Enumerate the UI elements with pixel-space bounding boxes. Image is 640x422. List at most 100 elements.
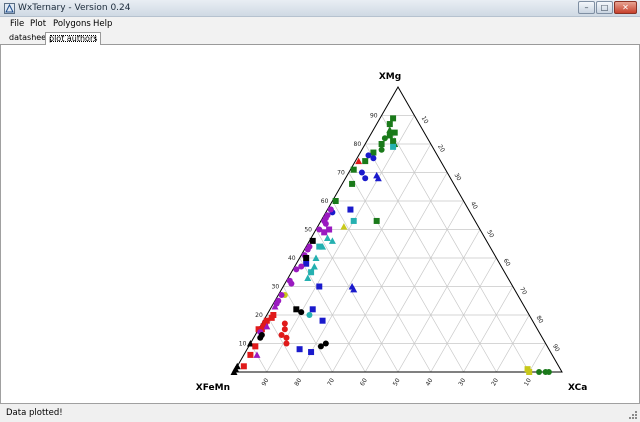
app-icon bbox=[4, 3, 15, 14]
data-point-black-circle bbox=[322, 340, 329, 347]
data-point-cyan-triangle bbox=[304, 274, 312, 281]
tick-label-right: 40 bbox=[469, 201, 479, 211]
data-point-red-circle bbox=[283, 334, 290, 341]
grid-line-femn bbox=[348, 172, 464, 373]
data-point-cyan-square bbox=[316, 243, 323, 250]
resize-grip-icon[interactable] bbox=[628, 410, 638, 420]
data-point-green-circle bbox=[378, 146, 385, 153]
data-point-red-circle bbox=[281, 326, 288, 333]
tick-label-bottom: 40 bbox=[425, 377, 435, 387]
data-point-green-circle bbox=[381, 135, 388, 142]
data-point-blue-square bbox=[319, 317, 326, 324]
data-point-green-square bbox=[390, 115, 397, 122]
tick-label-left: 50 bbox=[304, 227, 312, 234]
ternary-plot[interactable]: 10 20 30 40 50 60 70 80 90 10 20 30 40 50 60 70 80 90 90 80… bbox=[1, 45, 639, 403]
vertex-label-xmg: XMg bbox=[379, 72, 401, 82]
data-point-red-square bbox=[240, 363, 247, 370]
grid-line-femn bbox=[315, 229, 399, 373]
menu-polygons[interactable]: Polygons bbox=[53, 18, 91, 30]
grid-line-ca bbox=[397, 229, 481, 373]
data-point-cyan-square bbox=[350, 217, 357, 224]
data-point-green-square bbox=[378, 141, 385, 147]
data-point-blue-square bbox=[308, 349, 315, 356]
data-point-black-square bbox=[303, 255, 310, 261]
tick-label-bottom: 60 bbox=[359, 377, 369, 387]
grid-line-femn bbox=[282, 286, 333, 373]
tick-label-right: 50 bbox=[485, 229, 495, 239]
tick-label-right: 70 bbox=[518, 286, 528, 296]
vertex-label-xfemn: XFeMn bbox=[196, 383, 230, 393]
tick-label-right: 10 bbox=[420, 115, 430, 125]
data-point-purple-circle bbox=[322, 220, 329, 227]
tick-label-right: 80 bbox=[534, 315, 544, 325]
data-point-blue-square bbox=[347, 206, 354, 213]
data-point-purple-square bbox=[321, 229, 328, 236]
tick-label-bottom: 10 bbox=[523, 377, 533, 387]
tick-label-left: 60 bbox=[321, 198, 329, 205]
data-point-yellow-square bbox=[526, 369, 533, 375]
tick-label-right: 90 bbox=[551, 343, 561, 353]
data-point-blue-square bbox=[316, 283, 323, 290]
menu-help[interactable]: Help bbox=[93, 18, 112, 30]
tick-label-bottom: 80 bbox=[293, 377, 303, 387]
data-point-red-triangle bbox=[355, 157, 363, 165]
menu-bar: File Plot Polygons Help bbox=[0, 17, 640, 31]
menu-file[interactable]: File bbox=[10, 18, 24, 30]
data-point-black-circle bbox=[298, 309, 305, 316]
data-point-red-circle bbox=[283, 340, 290, 347]
grid-line-ca bbox=[332, 172, 448, 373]
tick-label-right: 20 bbox=[436, 144, 446, 154]
tick-label-right: 60 bbox=[502, 258, 512, 268]
data-point-red-square bbox=[252, 343, 259, 350]
tick-label-left: 20 bbox=[255, 312, 263, 319]
tick-label-left: 90 bbox=[370, 113, 378, 120]
tick-label-left: 80 bbox=[354, 141, 362, 148]
tick-label-left: 10 bbox=[239, 341, 247, 348]
data-point-green-circle bbox=[536, 369, 543, 375]
data-point-purple-triangle bbox=[253, 351, 261, 358]
maximize-button[interactable]: □ bbox=[596, 1, 613, 14]
data-point-cyan-square bbox=[390, 143, 397, 150]
tab-plot-authors[interactable]: plot authors bbox=[45, 32, 102, 45]
data-point-purple-circle bbox=[304, 246, 311, 253]
data-point-green-square bbox=[386, 121, 393, 128]
status-text: Data plotted! bbox=[6, 408, 63, 418]
data-point-black-square bbox=[309, 237, 316, 244]
tick-label-right: 30 bbox=[452, 172, 462, 182]
data-point-cyan-square bbox=[308, 269, 315, 276]
data-point-red-square bbox=[247, 351, 254, 358]
data-point-blue-circle bbox=[362, 175, 369, 182]
tick-label-left: 30 bbox=[272, 284, 280, 291]
data-point-purple-circle bbox=[288, 280, 295, 287]
data-point-purple-circle bbox=[293, 266, 300, 273]
data-point-black-triangle bbox=[233, 362, 241, 370]
tab-bar: datasheet plot authors bbox=[0, 31, 640, 45]
grid-line-ca bbox=[528, 343, 546, 373]
data-point-blue-circle bbox=[358, 169, 365, 176]
menu-plot[interactable]: Plot bbox=[30, 18, 46, 30]
tab-plot-authors-label: plot authors bbox=[49, 34, 98, 43]
data-point-green-square bbox=[362, 158, 369, 165]
tick-label-bottom: 30 bbox=[457, 377, 467, 387]
plot-area[interactable]: 10 20 30 40 50 60 70 80 90 10 20 30 40 50 60 70 80 90 90 80… bbox=[0, 45, 640, 403]
grid-line-femn bbox=[381, 115, 530, 373]
data-point-cyan-triangle bbox=[310, 263, 318, 270]
tick-label-bottom: 20 bbox=[490, 377, 500, 387]
data-point-blue-circle bbox=[370, 155, 377, 162]
ternary-grid bbox=[250, 115, 546, 373]
tick-label-left: 40 bbox=[288, 255, 296, 262]
status-bar: Data plotted! bbox=[0, 403, 640, 422]
close-button[interactable]: ✕ bbox=[614, 1, 637, 14]
grid-line-ca bbox=[463, 286, 514, 373]
tick-label-bottom: 70 bbox=[326, 377, 336, 387]
data-point-green-square bbox=[332, 198, 339, 204]
data-point-cyan-triangle bbox=[323, 234, 331, 242]
data-point-purple-circle bbox=[278, 292, 285, 299]
minimize-button[interactable]: – bbox=[578, 1, 595, 14]
data-point-green-square bbox=[373, 217, 380, 224]
tick-label-bottom: 50 bbox=[392, 377, 402, 387]
data-point-black-circle bbox=[257, 334, 264, 341]
data-point-green-circle bbox=[545, 369, 552, 375]
data-point-green-square bbox=[350, 166, 357, 173]
data-point-green-square bbox=[349, 180, 356, 187]
